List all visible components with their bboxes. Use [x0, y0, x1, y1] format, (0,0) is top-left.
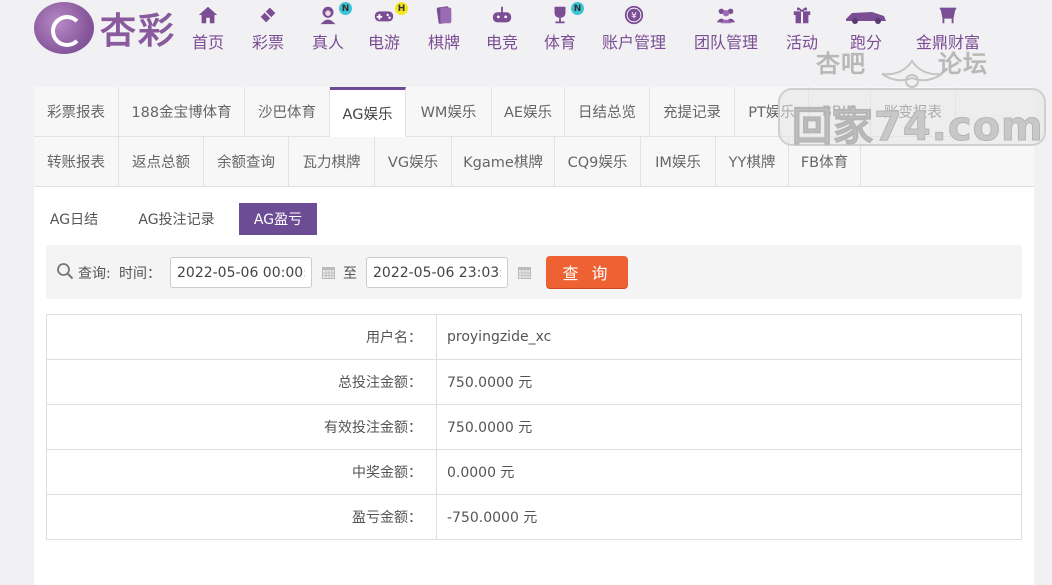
tab-fb-sports[interactable]: FB体育 — [789, 137, 861, 187]
tab-daily-overview[interactable]: 日结总览 — [565, 87, 650, 137]
table-row: 总投注金额： 750.0000 元 — [46, 359, 1022, 405]
calendar-icon[interactable] — [321, 265, 336, 280]
joystick-icon — [490, 4, 514, 26]
row-value: 750.0000 元 — [436, 404, 1022, 450]
gamepad-icon: H — [372, 2, 408, 26]
subtab-ag-profit-loss[interactable]: AG盈亏 — [239, 203, 317, 235]
nav-item-slots[interactable]: H 电游 — [368, 2, 408, 53]
nav-label: 首页 — [192, 33, 225, 52]
row-label: 有效投注金额： — [46, 404, 437, 450]
row-label: 用户名： — [46, 314, 437, 360]
tab-ag-entertainment[interactable]: AG娱乐 — [330, 87, 406, 137]
nav-label: 电竞 — [486, 33, 519, 52]
end-time-input[interactable] — [366, 257, 508, 288]
table-row: 盈亏金额： -750.0000 元 — [46, 494, 1022, 540]
cards-icon — [432, 4, 456, 26]
svg-text:¥: ¥ — [631, 11, 637, 22]
tab-wm-entertainment[interactable]: WM娱乐 — [406, 87, 492, 137]
query-label: 查询: — [78, 266, 111, 282]
table-row: 中奖金额： 0.0000 元 — [46, 449, 1022, 495]
calendar-icon[interactable] — [517, 265, 532, 280]
tab-cq9-entertainment[interactable]: CQ9娱乐 — [555, 137, 641, 187]
nav-label: 电游 — [368, 33, 401, 52]
nav-label: 真人 — [312, 33, 345, 52]
query-bar: 查询: 时间： 至 查 询 — [46, 245, 1022, 299]
time-label: 时间： — [119, 266, 161, 282]
team-icon — [714, 4, 738, 26]
tab-transfer-report[interactable]: 转账报表 — [34, 137, 119, 187]
ticket-icon — [256, 4, 280, 26]
nav-item-team[interactable]: 团队管理 — [694, 4, 758, 53]
nav-item-account[interactable]: ¥ 账户管理 — [602, 4, 666, 53]
logo-emblem-icon — [34, 2, 94, 54]
row-value: 750.0000 元 — [436, 359, 1022, 405]
nav-label: 跑分 — [849, 33, 882, 52]
tab-balance-change[interactable]: 账变报表 — [871, 87, 956, 137]
home-icon — [196, 4, 220, 26]
nav-item-home[interactable]: 首页 — [192, 4, 224, 53]
table-row: 用户名： proyingzide_xc — [46, 314, 1022, 360]
row-value: proyingzide_xc — [436, 314, 1022, 360]
nav-label: 金鼎财富 — [916, 33, 981, 52]
row-label: 中奖金额： — [46, 449, 437, 495]
brand-logo[interactable]: 杏彩 — [34, 2, 176, 54]
nav-label: 账户管理 — [602, 33, 667, 52]
table-row: 有效投注金额： 750.0000 元 — [46, 404, 1022, 450]
tab-balance-query[interactable]: 余额查询 — [204, 137, 289, 187]
report-tabs-row1: 彩票报表 188金宝博体育 沙巴体育 AG娱乐 WM娱乐 AE娱乐 日结总览 充… — [34, 87, 956, 137]
row-label: 盈亏金额： — [46, 494, 437, 540]
nav-label: 体育 — [544, 33, 577, 52]
nav-label: 活动 — [786, 33, 819, 52]
nav-label: 团队管理 — [694, 33, 759, 52]
nav-item-sports[interactable]: N 体育 — [544, 2, 584, 53]
subtab-ag-bet-records[interactable]: AG投注记录 — [114, 203, 239, 235]
tab-vg-entertainment[interactable]: VG娱乐 — [375, 137, 452, 187]
nav-label: 彩票 — [252, 33, 285, 52]
top-header: 杏彩 首页 彩票 N 真人 H 电游 棋牌 电竞 N 体育 ¥ 账户管理 团队管… — [0, 0, 1052, 60]
tab-saba-sports[interactable]: 沙巴体育 — [245, 87, 330, 137]
nav-label: 棋牌 — [428, 33, 461, 52]
tab-bbin[interactable]: BBIN — [809, 87, 871, 137]
nav-item-promotion[interactable]: 活动 — [786, 4, 818, 53]
nav-item-wealth[interactable]: 金鼎财富 — [916, 4, 980, 53]
profit-loss-table: 用户名： proyingzide_xc 总投注金额： 750.0000 元 有效… — [46, 314, 1022, 540]
row-label: 总投注金额： — [46, 359, 437, 405]
new-badge: N — [339, 2, 352, 15]
gift-icon — [790, 4, 814, 26]
nav-item-running[interactable]: 跑分 — [844, 4, 888, 53]
row-value: 0.0000 元 — [436, 449, 1022, 495]
report-tabs: 彩票报表 188金宝博体育 沙巴体育 AG娱乐 WM娱乐 AE娱乐 日结总览 充… — [34, 87, 1034, 187]
tab-rebate-total[interactable]: 返点总额 — [119, 137, 204, 187]
tab-yy-chess[interactable]: YY棋牌 — [716, 137, 789, 187]
dealer-icon: N — [316, 2, 352, 26]
cauldron-icon — [936, 4, 960, 26]
tab-lottery-report[interactable]: 彩票报表 — [34, 87, 119, 137]
tab-wali-chess[interactable]: 瓦力棋牌 — [289, 137, 375, 187]
car-icon — [844, 4, 888, 26]
tab-pt-entertainment[interactable]: PT娱乐 — [735, 87, 809, 137]
report-panel: 彩票报表 188金宝博体育 沙巴体育 AG娱乐 WM娱乐 AE娱乐 日结总览 充… — [34, 87, 1034, 585]
trophy-icon: N — [548, 2, 584, 26]
brand-name: 杏彩 — [100, 10, 177, 52]
hot-badge: H — [395, 2, 408, 15]
query-button[interactable]: 查 询 — [546, 256, 628, 288]
tab-kgame-chess[interactable]: Kgame棋牌 — [452, 137, 555, 187]
nav-item-esports[interactable]: 电竞 — [486, 4, 518, 53]
nav-item-lottery[interactable]: 彩票 — [252, 4, 284, 53]
report-tabs-row2: 转账报表 返点总额 余额查询 瓦力棋牌 VG娱乐 Kgame棋牌 CQ9娱乐 I… — [34, 137, 861, 187]
ag-sub-tabs: AG日结 AG投注记录 AG盈亏 — [34, 203, 317, 235]
tab-188bet-sports[interactable]: 188金宝博体育 — [119, 87, 245, 137]
search-icon — [57, 263, 74, 280]
tab-deposit-withdraw[interactable]: 充提记录 — [650, 87, 735, 137]
subtab-ag-daily[interactable]: AG日结 — [34, 203, 114, 235]
yen-coin-icon: ¥ — [622, 4, 646, 26]
new-badge: N — [571, 2, 584, 15]
row-value: -750.0000 元 — [436, 494, 1022, 540]
start-time-input[interactable] — [170, 257, 312, 288]
nav-item-chess[interactable]: 棋牌 — [428, 4, 460, 53]
tab-ae-entertainment[interactable]: AE娱乐 — [492, 87, 565, 137]
nav-item-live[interactable]: N 真人 — [312, 2, 352, 53]
to-label: 至 — [343, 266, 357, 282]
tab-im-entertainment[interactable]: IM娱乐 — [641, 137, 716, 187]
